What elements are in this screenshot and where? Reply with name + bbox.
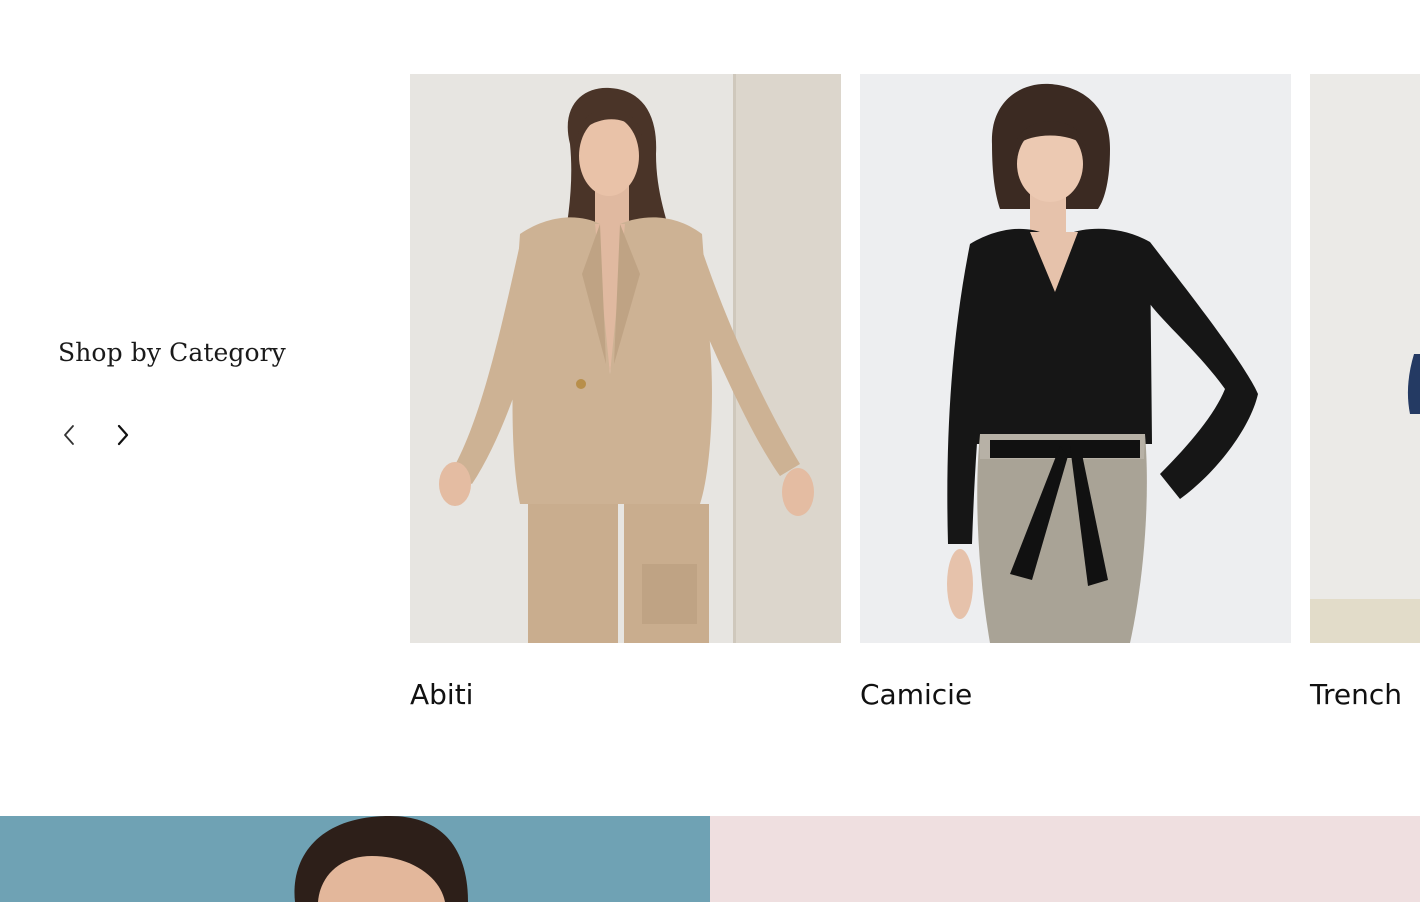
category-image-camicie[interactable] [860, 74, 1291, 643]
category-card-abiti[interactable]: Abiti [410, 74, 841, 711]
category-card-camicie[interactable]: Camicie [860, 74, 1291, 711]
category-card-trench[interactable]: Trench [1310, 74, 1420, 711]
category-image-trench[interactable] [1310, 74, 1420, 643]
category-page: Shop by Category Abiti Camicie Trench [0, 0, 1420, 902]
category-image-abiti[interactable] [410, 74, 841, 643]
category-label-trench[interactable]: Trench [1310, 678, 1402, 711]
model-photo-abiti [410, 74, 841, 643]
promo-banner-left[interactable] [0, 816, 710, 902]
category-label-abiti[interactable]: Abiti [410, 678, 473, 711]
carousel-prev-button[interactable] [54, 420, 84, 450]
category-label-camicie[interactable]: Camicie [860, 678, 972, 711]
chevron-right-icon [117, 424, 129, 446]
model-photo-trench [1310, 74, 1420, 643]
model-photo-banner [0, 816, 710, 902]
promo-banner-right[interactable] [710, 816, 1420, 902]
model-photo-camicie [860, 74, 1291, 643]
chevron-left-icon [64, 425, 74, 445]
section-title: Shop by Category [58, 338, 286, 367]
carousel-next-button[interactable] [108, 420, 138, 450]
